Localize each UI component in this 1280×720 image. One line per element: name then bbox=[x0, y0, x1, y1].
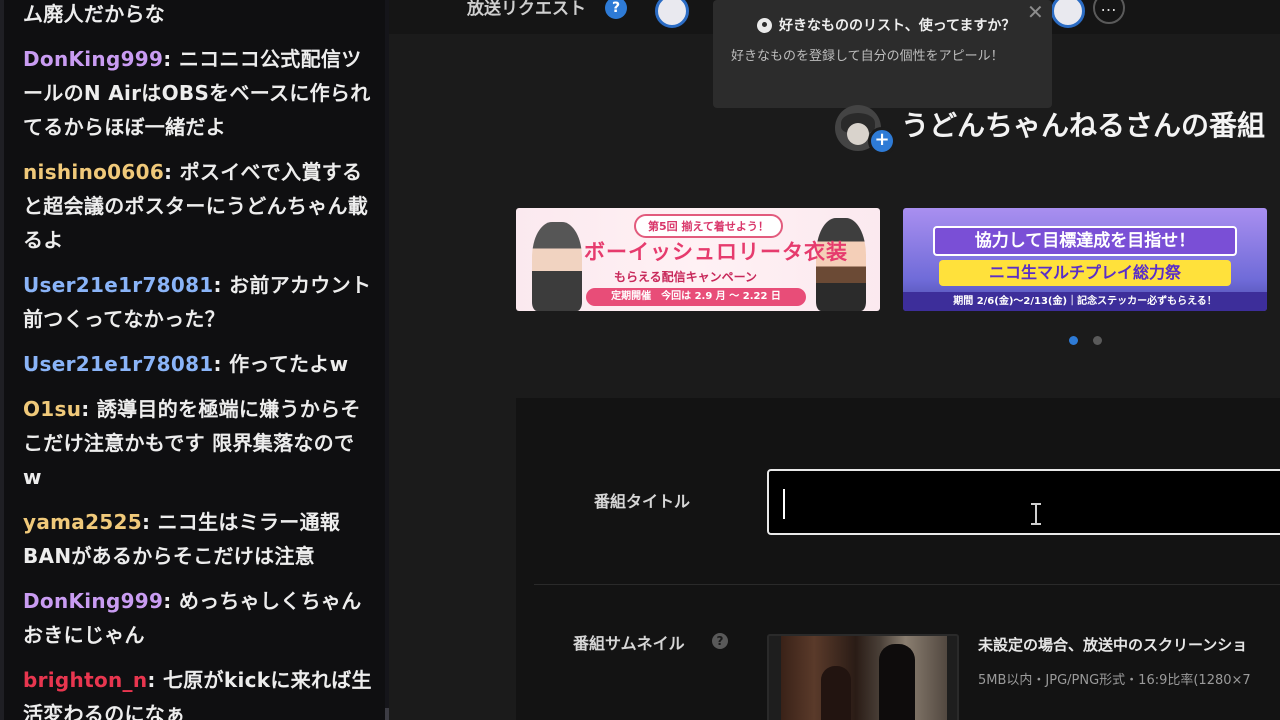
program-title-input[interactable] bbox=[767, 469, 1280, 535]
chat-message-text: 作ってたよw bbox=[229, 352, 349, 376]
text-caret bbox=[783, 489, 785, 519]
requester-avatar[interactable] bbox=[1051, 0, 1085, 28]
carousel-dot[interactable] bbox=[1093, 336, 1102, 345]
chat-username[interactable]: yama2525 bbox=[23, 510, 142, 534]
chat-panel-edge bbox=[0, 0, 4, 720]
more-icon[interactable]: … bbox=[1093, 0, 1125, 24]
banner-date: 定期開催 今回は 2.9 月 ～ 2.22 日 bbox=[586, 288, 806, 306]
chat-message: DonKing999: ニコニコ公式配信ツールのN AirはOBSをベースに作ら… bbox=[23, 42, 373, 144]
banner-title: 協力して目標達成を目指せ！ bbox=[933, 226, 1237, 256]
thumbnail-note: 未設定の場合、放送中のスクリーンショ bbox=[978, 636, 1248, 654]
thumbnail-figure bbox=[821, 666, 851, 720]
broadcast-request-title: 放送リクエスト bbox=[467, 0, 586, 19]
chat-username-colon: : bbox=[147, 668, 163, 692]
chat-message: yama2525: ニコ生はミラー通報BANがあるからそこだけは注意 bbox=[23, 505, 373, 573]
thumbnail-preview[interactable] bbox=[767, 634, 959, 720]
chat-message: User21e1r78081: 作ってたよw bbox=[23, 347, 373, 381]
close-icon[interactable]: ✕ bbox=[1027, 0, 1044, 24]
tooltip-body: 好きなものを登録して自分の個性をアピール！ bbox=[731, 49, 1004, 64]
chat-username-colon: : bbox=[81, 397, 97, 421]
form-divider bbox=[534, 584, 1280, 585]
thumbnail-figure bbox=[879, 644, 915, 720]
chat-message: nishino0606: ポスイベで入賞すると超会議のポスターにうどんちゃん載る… bbox=[23, 155, 373, 257]
chat-message: User21e1r78081: お前アカウント前つくってなかった？ bbox=[23, 268, 373, 336]
banner-title: ボーイッシュロリータ衣装 bbox=[584, 240, 848, 264]
thumbnail-image bbox=[781, 636, 947, 720]
chat-message: O1su: 誘導目的を極端に嫌うからそこだけ注意かもです 限界集落なのでw bbox=[23, 392, 373, 494]
carousel-dot-active[interactable] bbox=[1069, 336, 1078, 345]
chat-username-colon: : bbox=[163, 47, 179, 71]
program-heading: うどんちゃんねるさんの番組 bbox=[901, 109, 1266, 142]
campaign-banner-lolita[interactable]: 第5回 揃えて着せよう！ ボーイッシュロリータ衣装 もらえる配信キャンペーン 定… bbox=[516, 208, 880, 311]
chat-username-colon: : bbox=[213, 273, 230, 297]
chat-panel: ム廃人だからな DonKing999: ニコニコ公式配信ツールのN AirはOB… bbox=[0, 0, 389, 720]
help-icon[interactable]: ? bbox=[605, 0, 627, 19]
program-settings-form: 番組タイトル 番組サムネイル ? 未設定の場合、放送中のスクリーンショ 5MB以… bbox=[516, 398, 1280, 720]
chat-username[interactable]: User21e1r78081 bbox=[23, 273, 214, 297]
chat-username-colon: : bbox=[164, 160, 180, 184]
chat-username[interactable]: User21e1r78081 bbox=[23, 352, 214, 376]
program-thumbnail-label: 番組サムネイル bbox=[573, 634, 685, 653]
chat-message-list: ム廃人だからな DonKing999: ニコニコ公式配信ツールのN AirはOB… bbox=[23, 0, 373, 720]
chat-message: ム廃人だからな bbox=[23, 0, 373, 31]
chat-message-text: ム廃人だからな bbox=[23, 2, 166, 26]
chat-message: DonKing999: めっちゃしくちゃんおきにじゃん bbox=[23, 584, 373, 652]
campaign-banner-multiplay[interactable]: 協力して目標達成を目指せ！ ニコ生マルチプレイ総力祭 期間 2/6(金)～2/1… bbox=[903, 208, 1267, 311]
pin-icon bbox=[757, 18, 772, 33]
screen: ム廃人だからな DonKing999: ニコニコ公式配信ツールのN AirはOB… bbox=[0, 0, 1280, 720]
text-cursor-icon bbox=[1031, 503, 1041, 525]
chat-username[interactable]: O1su bbox=[23, 397, 81, 421]
chat-username[interactable]: brighton_n bbox=[23, 668, 147, 692]
main-content: 放送リクエスト ? … 好きなもののリスト、使ってますか？ 好きなものを登録して… bbox=[389, 0, 1280, 720]
banner-character-left bbox=[532, 222, 582, 311]
banner-subtitle: ニコ生マルチプレイ総力祭 bbox=[939, 260, 1231, 286]
banner-subtitle: もらえる配信キャンペーン bbox=[614, 270, 758, 284]
chat-username-colon: : bbox=[141, 510, 158, 534]
add-icon[interactable]: + bbox=[868, 127, 896, 155]
favorites-tooltip: 好きなもののリスト、使ってますか？ 好きなものを登録して自分の個性をアピール！ … bbox=[713, 0, 1052, 108]
chat-username-colon: : bbox=[213, 352, 230, 376]
chat-username[interactable]: DonKing999 bbox=[23, 47, 163, 71]
chat-message: brighton_n: 七原がkickに来れば生活変わるのになぁ bbox=[23, 663, 373, 720]
banner-date: 期間 2/6(金)～2/13(金)｜記念ステッカー必ずもらえる！ bbox=[903, 292, 1267, 311]
chat-username[interactable]: DonKing999 bbox=[23, 589, 163, 613]
chat-username[interactable]: nishino0606 bbox=[23, 160, 164, 184]
avatar-face bbox=[847, 123, 869, 145]
program-title-label: 番組タイトル bbox=[594, 492, 691, 511]
help-icon[interactable]: ? bbox=[712, 633, 728, 649]
tooltip-title: 好きなもののリスト、使ってますか？ bbox=[779, 18, 1016, 34]
thumbnail-spec: 5MB以内・JPG/PNG形式・16:9比率(1280×7 bbox=[978, 673, 1251, 688]
banner-tag: 第5回 揃えて着せよう！ bbox=[634, 214, 783, 238]
chat-username-colon: : bbox=[163, 589, 179, 613]
requester-avatar[interactable] bbox=[655, 0, 689, 28]
